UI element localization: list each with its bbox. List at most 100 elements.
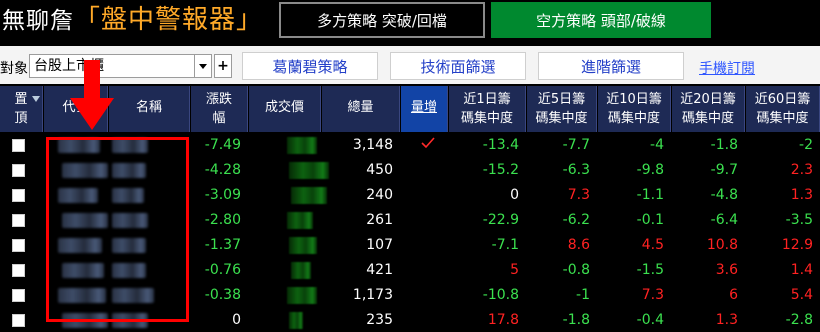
pin-checkbox[interactable] <box>12 289 25 302</box>
pin-checkbox[interactable] <box>12 164 25 177</box>
app-title: 「盤中警報器」 <box>74 5 264 35</box>
checkmark-icon <box>421 137 435 149</box>
technical-filter-button[interactable]: 技術面篩選 <box>390 52 526 80</box>
chip-5d: -0.8 <box>562 262 590 278</box>
advanced-filter-button[interactable]: 進階篩選 <box>538 52 684 80</box>
total-volume: 450 <box>366 162 393 178</box>
col-chip-60d-label-2: 碼集中度 <box>756 111 809 126</box>
col-chip-10d-label-1: 近10日籌 <box>606 92 662 107</box>
chip-5d: 7.3 <box>567 187 590 203</box>
chip-10d: -0.4 <box>636 312 664 328</box>
filter-toolbar: 對象 台股上市櫃 + 葛蘭碧策略 技術面篩選 進階篩選 手機訂閱 <box>0 46 820 84</box>
total-volume: 261 <box>366 212 393 228</box>
chip-20d: -1.8 <box>710 137 738 153</box>
market-select[interactable]: 台股上市櫃 <box>29 54 212 78</box>
chip-1d: -7.1 <box>491 237 519 253</box>
col-chip-20d[interactable]: 近20日籌 碼集中度 <box>672 86 745 132</box>
tab-bear-strategy[interactable]: 空方策略 頭部/破線 <box>491 2 711 38</box>
chip-1d: 17.8 <box>487 312 519 328</box>
chip-60d: 2.3 <box>790 162 813 178</box>
chip-20d: -4.8 <box>710 187 738 203</box>
col-chip-20d-label-1: 近20日籌 <box>680 92 736 107</box>
chip-1d: -10.8 <box>482 287 519 303</box>
change-pct: -3.09 <box>204 187 241 203</box>
col-chip-20d-label-2: 碼集中度 <box>681 111 734 126</box>
chip-1d: -13.4 <box>482 137 519 153</box>
chip-20d: -9.7 <box>710 162 738 178</box>
total-volume: 235 <box>366 312 393 328</box>
price-blurred <box>289 237 317 254</box>
chip-5d: -7.7 <box>562 137 590 153</box>
pin-checkbox[interactable] <box>12 214 25 227</box>
change-pct: -2.80 <box>204 212 241 228</box>
chip-1d: -22.9 <box>482 212 519 228</box>
chip-10d: -4 <box>650 137 664 153</box>
chip-60d: 1.4 <box>790 262 813 278</box>
chip-20d: 1.3 <box>715 312 738 328</box>
chip-60d: 12.9 <box>781 237 813 253</box>
total-volume: 1,173 <box>352 287 393 303</box>
col-chip-5d[interactable]: 近5日籌 碼集中度 <box>527 86 597 132</box>
col-change[interactable]: 漲跌 幅 <box>191 86 248 132</box>
chip-10d: -0.1 <box>636 212 664 228</box>
app-header: 無聊詹「盤中警報器」 多方策略 突破/回檔 空方策略 頭部/破線 <box>0 0 820 44</box>
chip-5d: -6.2 <box>562 212 590 228</box>
pin-checkbox[interactable] <box>12 189 25 202</box>
table-header: 置 頂 代號 名稱 漲跌 幅 成交價 總量 量增 近1日籌 碼集中度 近5日籌 … <box>0 86 820 132</box>
chip-20d: -6.4 <box>710 212 738 228</box>
highlight-box <box>46 137 189 322</box>
change-pct: -7.49 <box>204 137 241 153</box>
change-pct: 0 <box>232 312 241 328</box>
app-name: 無聊詹 <box>2 8 74 34</box>
col-chip-1d[interactable]: 近1日籌 碼集中度 <box>449 86 526 132</box>
col-volume[interactable]: 總量 <box>322 86 400 132</box>
change-pct: -1.37 <box>204 237 241 253</box>
col-chip-60d[interactable]: 近60日籌 碼集中度 <box>746 86 820 132</box>
mobile-subscribe-link[interactable]: 手機訂閱 <box>699 58 755 78</box>
col-pin-label-2: 頂 <box>14 111 28 126</box>
col-price[interactable]: 成交價 <box>249 86 321 132</box>
chip-1d: 0 <box>510 187 519 203</box>
pin-checkbox[interactable] <box>12 239 25 252</box>
chip-10d: 7.3 <box>641 287 664 303</box>
change-pct: -4.28 <box>204 162 241 178</box>
chip-5d: 8.6 <box>567 237 590 253</box>
price-blurred <box>291 262 311 279</box>
col-change-label-2: 幅 <box>212 111 226 126</box>
dropdown-arrow-icon[interactable] <box>194 55 211 77</box>
col-volume-up[interactable]: 量增 <box>401 86 448 132</box>
chip-5d: -6.3 <box>562 162 590 178</box>
brand: 無聊詹「盤中警報器」 <box>2 2 263 38</box>
price-blurred <box>287 287 317 304</box>
col-chip-5d-label-1: 近5日籌 <box>537 92 586 107</box>
col-chip-10d[interactable]: 近10日籌 碼集中度 <box>598 86 671 132</box>
pin-checkbox[interactable] <box>12 139 25 152</box>
price-blurred <box>289 312 303 329</box>
col-name[interactable]: 名稱 <box>109 86 190 132</box>
down-arrow-annotation-icon <box>70 60 114 130</box>
chip-1d: -15.2 <box>482 162 519 178</box>
chip-20d: 6 <box>729 287 738 303</box>
granville-strategy-button[interactable]: 葛蘭碧策略 <box>242 52 378 80</box>
chip-5d: -1.8 <box>562 312 590 328</box>
col-chip-10d-label-2: 碼集中度 <box>607 111 660 126</box>
tab-bull-strategy[interactable]: 多方策略 突破/回檔 <box>279 2 485 38</box>
price-blurred <box>287 137 317 154</box>
chip-10d: -9.8 <box>636 162 664 178</box>
chip-10d: -1.1 <box>636 187 664 203</box>
change-pct: -0.38 <box>204 287 241 303</box>
sort-icon[interactable] <box>32 96 40 102</box>
object-label: 對象 <box>0 61 28 77</box>
col-change-label-1: 漲跌 <box>205 92 232 107</box>
chip-60d: 1.3 <box>790 187 813 203</box>
col-pin[interactable]: 置 頂 <box>0 86 43 132</box>
pin-checkbox[interactable] <box>12 314 25 327</box>
add-button[interactable]: + <box>214 54 232 78</box>
pin-checkbox[interactable] <box>12 264 25 277</box>
chip-5d: -1 <box>576 287 590 303</box>
total-volume: 421 <box>366 262 393 278</box>
total-volume: 240 <box>366 187 393 203</box>
col-chip-60d-label-1: 近60日籌 <box>754 92 811 107</box>
total-volume: 107 <box>366 237 393 253</box>
total-volume: 3,148 <box>352 137 393 153</box>
